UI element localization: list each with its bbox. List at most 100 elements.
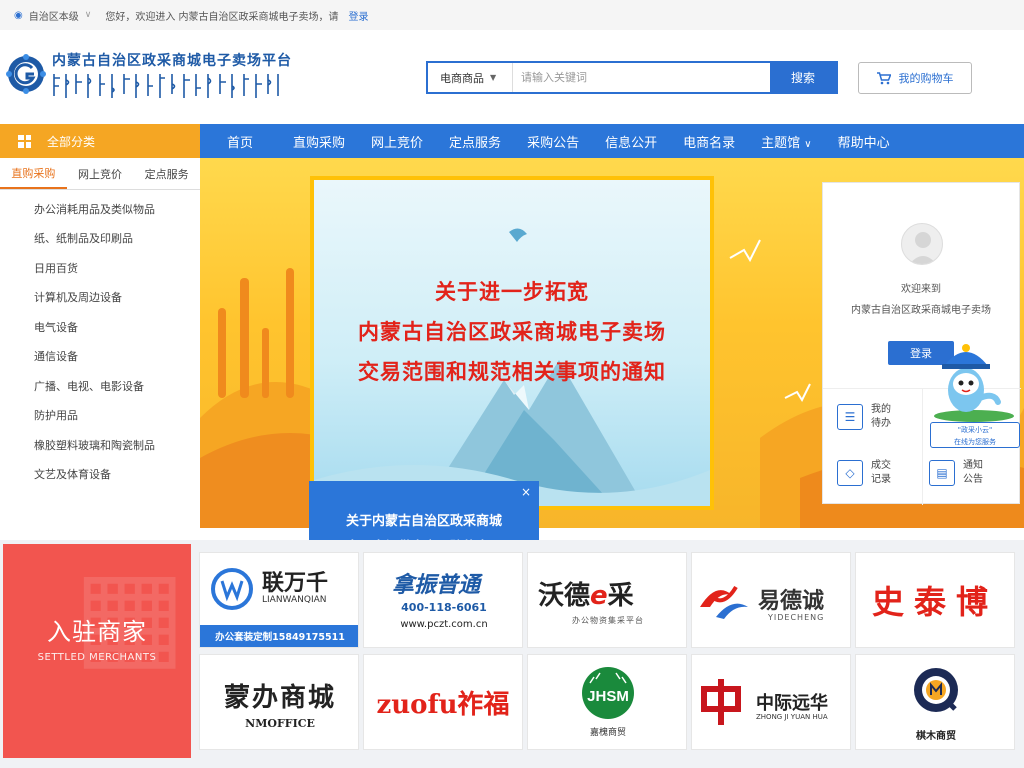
search-category-label: 电商商品 bbox=[440, 71, 484, 85]
todo-list-icon: ☰ bbox=[837, 404, 863, 430]
merchant-tile-wode[interactable]: 沃德e采 办公物资集采平台 bbox=[527, 552, 687, 648]
mascot-label-1: "政采小云" bbox=[957, 426, 993, 434]
notice-frame[interactable]: 关于进一步拓宽 内蒙古自治区政采商城电子卖场 交易范围和规范相关事项的通知 bbox=[310, 176, 714, 510]
notice-label-2: 公告 bbox=[963, 474, 983, 485]
nav-item-home[interactable]: 首页 bbox=[200, 132, 280, 151]
jiahuai-logo-text: JHSM bbox=[587, 688, 629, 705]
todo-label-1: 我的 bbox=[871, 404, 891, 415]
category-item[interactable]: 日用百货 bbox=[0, 253, 200, 283]
category-item[interactable]: 广播、电视、电影设备 bbox=[0, 371, 200, 401]
nav-item-info-disclosure[interactable]: 信息公开 bbox=[592, 132, 670, 151]
sidebar-tabs: 直购采购 网上竞价 定点服务 bbox=[0, 158, 200, 190]
nav-item-help[interactable]: 帮助中心 bbox=[825, 132, 903, 151]
zhongji-logo-icon bbox=[701, 679, 741, 725]
notice-line-1: 关于进一步拓宽 bbox=[435, 280, 589, 304]
nav-items: 首页 直购采购 网上竞价 定点服务 采购公告 信息公开 电商名录 主题馆 ∨ 帮… bbox=[200, 124, 903, 158]
merchant-tile-lianwanqian[interactable]: 联万千 LIANWANQIAN 办公套装定制15849175511 bbox=[199, 552, 359, 648]
category-item[interactable]: 纸、纸制品及印刷品 bbox=[0, 224, 200, 254]
user-avatar-icon bbox=[901, 223, 943, 265]
lianwanqian-logo-icon bbox=[211, 568, 253, 610]
popup-line-1: 关于内蒙古自治区政采商城 bbox=[345, 514, 502, 529]
nav-item-ecommerce-list[interactable]: 电商名录 bbox=[670, 132, 748, 151]
nav-item-theme-hall[interactable]: 主题馆 ∨ bbox=[748, 132, 824, 151]
mongolian-script-logo bbox=[53, 74, 279, 98]
wode-subtitle: 办公物资集采平台 bbox=[572, 616, 644, 625]
handshake-icon: ◇ bbox=[837, 460, 863, 486]
search-input[interactable] bbox=[512, 63, 770, 92]
nmoffice-name: 蒙办商城 bbox=[223, 683, 336, 713]
category-item[interactable]: 文艺及体育设备 bbox=[0, 460, 200, 490]
welcome-line-1: 欢迎来到 bbox=[901, 284, 941, 295]
category-item[interactable]: 防护用品 bbox=[0, 401, 200, 431]
nav-item-direct-purchase[interactable]: 直购采购 bbox=[280, 132, 358, 151]
merchant-tile-zuofu[interactable]: zuofu祚福 bbox=[363, 654, 523, 750]
mascot-icon bbox=[934, 344, 1014, 422]
notice-line-3: 交易范围和规范相关事项的通知 bbox=[358, 360, 666, 384]
merchant-tile-shitaibo[interactable]: 史泰博 bbox=[855, 552, 1015, 648]
search-category-select[interactable]: 电商商品 ▼ bbox=[428, 63, 512, 92]
sidebar-tab-fixed[interactable]: 定点服务 bbox=[133, 158, 200, 189]
jiahuai-logo-icon: JHSM bbox=[582, 667, 634, 719]
top-bar: ◉ 自治区本级 ∨ 您好，欢迎进入 内蒙古自治区政采商城电子卖场，请 登录 bbox=[0, 0, 1024, 30]
top-login-link[interactable]: 登录 bbox=[349, 8, 369, 23]
pczt-phone: 400-118-6061 bbox=[401, 601, 487, 614]
merchant-tile-zhongji[interactable]: 中际远华 ZHONG JI YUAN HUA bbox=[691, 654, 851, 750]
todo-label-2: 待办 bbox=[871, 418, 891, 429]
deal-records-link[interactable]: ◇ 成交记录 bbox=[837, 459, 891, 487]
chevron-down-icon[interactable]: ∨ bbox=[85, 10, 92, 20]
category-item[interactable]: 通信设备 bbox=[0, 342, 200, 372]
settled-subtitle: SETTLED MERCHANTS bbox=[37, 652, 157, 663]
merchant-tile-nmoffice[interactable]: 蒙办商城 NMOFFICE bbox=[199, 654, 359, 750]
search-button[interactable]: 搜索 bbox=[770, 63, 836, 92]
pczt-url: www.pczt.com.cn bbox=[400, 619, 488, 630]
merchants-section: ▦ 入驻商家 SETTLED MERCHANTS 联万千 LIANWANQIAN… bbox=[0, 540, 1024, 768]
mascot-assistant[interactable]: "政采小云" 在线为您服务 bbox=[928, 338, 1020, 450]
merchant-tile-qimu[interactable]: 棋木商贸 bbox=[855, 654, 1015, 750]
header: 内蒙古自治区政采商城电子卖场平台 电商商品 ▼ 搜索 我的购物车 bbox=[0, 30, 1024, 122]
region-selector[interactable]: 自治区本级 bbox=[29, 8, 79, 23]
nav-item-fixed-point[interactable]: 定点服务 bbox=[436, 132, 514, 151]
site-logo-icon[interactable] bbox=[6, 54, 46, 94]
deals-label-2: 记录 bbox=[871, 474, 891, 485]
all-categories-button[interactable]: 全部分类 bbox=[0, 124, 200, 158]
chevron-down-icon: ▼ bbox=[490, 73, 497, 82]
my-todo-link[interactable]: ☰ 我的待办 bbox=[837, 403, 891, 431]
theme-hall-label: 主题馆 bbox=[761, 135, 801, 151]
wode-suffix: 采 bbox=[607, 581, 634, 611]
category-item[interactable]: 办公消耗用品及类似物品 bbox=[0, 194, 200, 224]
search-bar: 电商商品 ▼ 搜索 bbox=[426, 61, 838, 94]
nav-item-online-bidding[interactable]: 网上竞价 bbox=[358, 132, 436, 151]
merchant-tile-jiahuai[interactable]: JHSM 嘉槐商贸 bbox=[527, 654, 687, 750]
main-nav: 全部分类 首页 直购采购 网上竞价 定点服务 采购公告 信息公开 电商名录 主题… bbox=[0, 124, 1024, 158]
lianwanqian-pinyin: LIANWANQIAN bbox=[262, 595, 327, 605]
location-pin-icon: ◉ bbox=[14, 9, 23, 21]
sidebar-tab-direct[interactable]: 直购采购 bbox=[0, 158, 67, 189]
cart-button[interactable]: 我的购物车 bbox=[858, 62, 972, 94]
hero-banner[interactable]: 关于进一步拓宽 内蒙古自治区政采商城电子卖场 交易范围和规范相关事项的通知 欢迎… bbox=[200, 158, 1024, 528]
site-title: 内蒙古自治区政采商城电子卖场平台 bbox=[52, 53, 292, 69]
yidecheng-logo-icon bbox=[700, 585, 748, 619]
close-icon[interactable]: × bbox=[521, 485, 531, 499]
deals-label-1: 成交 bbox=[871, 460, 891, 471]
yidecheng-name: 易德诚 bbox=[758, 589, 825, 614]
merchant-tile-pczt[interactable]: 拿振普通 400-118-6061 www.pczt.com.cn bbox=[363, 552, 523, 648]
merchant-tile-yidecheng[interactable]: 易德诚 YIDECHENG bbox=[691, 552, 851, 648]
category-item[interactable]: 计算机及周边设备 bbox=[0, 283, 200, 313]
nav-item-announcements[interactable]: 采购公告 bbox=[514, 132, 592, 151]
sidebar-tab-bidding[interactable]: 网上竞价 bbox=[67, 158, 134, 189]
category-item[interactable]: 橡胶塑料玻璃和陶瓷制品 bbox=[0, 430, 200, 460]
all-categories-label: 全部分类 bbox=[47, 134, 96, 149]
settled-merchants-banner[interactable]: ▦ 入驻商家 SETTLED MERCHANTS bbox=[3, 544, 191, 758]
qimu-logo-icon bbox=[914, 668, 958, 712]
zhongji-pinyin: ZHONG JI YUAN HUA bbox=[756, 713, 828, 721]
category-sidebar: 直购采购 网上竞价 定点服务 办公消耗用品及类似物品 纸、纸制品及印刷品 日用百… bbox=[0, 158, 200, 528]
sidebar-list: 办公消耗用品及类似物品 纸、纸制品及印刷品 日用百货 计算机及周边设备 电气设备… bbox=[0, 190, 200, 489]
category-item[interactable]: 电气设备 bbox=[0, 312, 200, 342]
notice-link[interactable]: ▤ 通知 公告 bbox=[929, 459, 983, 487]
mascot-label: "政采小云" 在线为您服务 bbox=[930, 422, 1020, 448]
chevron-down-icon: ∨ bbox=[804, 138, 812, 150]
cart-label: 我的购物车 bbox=[898, 72, 954, 85]
mascot-label-2: 在线为您服务 bbox=[954, 438, 996, 446]
qimu-name: 棋木商贸 bbox=[916, 731, 956, 742]
grid-icon bbox=[18, 134, 31, 148]
